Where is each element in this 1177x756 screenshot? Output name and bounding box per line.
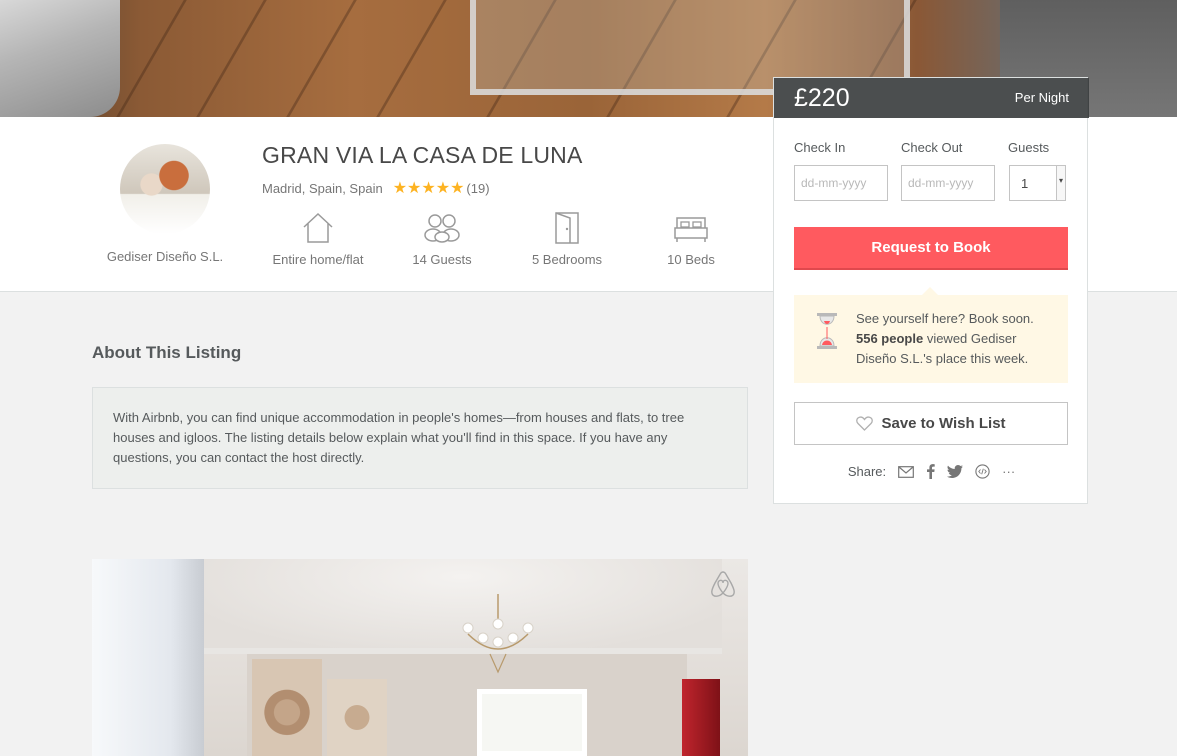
more-options-icon[interactable]: ··· [1002,464,1015,479]
photo-artwork [252,659,322,756]
share-row: Share: ··· [774,464,1089,479]
feature-room-type: Entire home/flat [258,212,378,267]
door-icon [555,212,579,244]
guests-label: Guests [1008,140,1050,155]
star-icon: ★ [421,180,436,197]
listing-title: GRAN VIA LA CASA DE LUNA [262,142,583,168]
host-name[interactable]: Gediser Diseño S.L. [90,249,240,264]
guests-icon [424,214,460,243]
listing-photo[interactable] [92,559,748,756]
check-in-input[interactable]: dd-mm-yyyy [794,165,888,201]
nightly-price: £220 [794,84,850,112]
view-count: 556 people [856,331,924,346]
email-icon[interactable] [898,465,915,478]
star-icon: ★ [435,180,451,197]
photo-door [92,559,204,756]
photo-window [477,689,587,756]
feature-guests: 14 Guests [382,212,502,267]
request-to-book-button[interactable]: Request to Book [794,227,1068,270]
booking-panel: £220 Per Night Check In Check Out Guests… [773,77,1089,504]
urgency-line-1: See yourself here? Book soon. [856,311,1034,326]
hero-chair [0,0,120,117]
facebook-icon[interactable] [926,464,935,479]
urgency-text: See yourself here? Book soon. 556 people… [856,309,1056,369]
photo-artwork [327,679,387,756]
guests-value: 1 [1021,176,1029,191]
listing-location-row: Madrid, Spain, Spain ★ ★ ★ ★ ★ (19) [262,178,490,198]
about-title: About This Listing [92,343,242,362]
share-label: Share: [847,464,887,479]
price-header: £220 Per Night [774,78,1089,118]
hourglass-icon [817,313,837,349]
feature-label: Entire home/flat [272,252,364,267]
chandelier-illustration [462,594,534,674]
chevron-down-icon: ▾ [1056,166,1065,200]
bed-icon [674,217,708,242]
star-icon: ★ [450,180,465,197]
star-icon: ★ [407,180,422,197]
twitter-icon[interactable] [947,465,964,478]
wish-list-label: Save to Wish List [881,415,1006,432]
feature-label: 5 Bedrooms [531,252,603,267]
heart-icon [856,416,874,431]
check-out-label: Check Out [901,140,963,155]
photo-tv [682,679,720,756]
check-out-input[interactable]: dd-mm-yyyy [901,165,995,201]
per-night-label[interactable]: Per Night [1015,90,1069,105]
airbnb-logo-icon [711,571,735,597]
house-icon [303,212,333,243]
feature-label: 10 Beds [667,252,715,267]
guests-select[interactable]: 1 ▾ [1009,165,1066,201]
embed-icon[interactable] [975,464,990,479]
listing-location[interactable]: Madrid, Spain, Spain [262,181,383,196]
feature-bedrooms: 5 Bedrooms [507,212,627,267]
urgency-notice: See yourself here? Book soon. 556 people… [794,287,1068,383]
save-to-wish-list-button[interactable]: Save to Wish List [794,402,1068,445]
about-description: With Airbnb, you can find unique accommo… [92,387,748,489]
review-count[interactable]: (19) [466,181,489,196]
rating-stars[interactable]: ★ ★ ★ ★ ★ (19) [393,178,490,198]
feature-beds: 10 Beds [631,212,751,267]
star-icon: ★ [392,180,408,197]
feature-label: 14 Guests [412,252,472,267]
host-avatar[interactable] [120,144,210,234]
check-in-label: Check In [794,140,846,155]
